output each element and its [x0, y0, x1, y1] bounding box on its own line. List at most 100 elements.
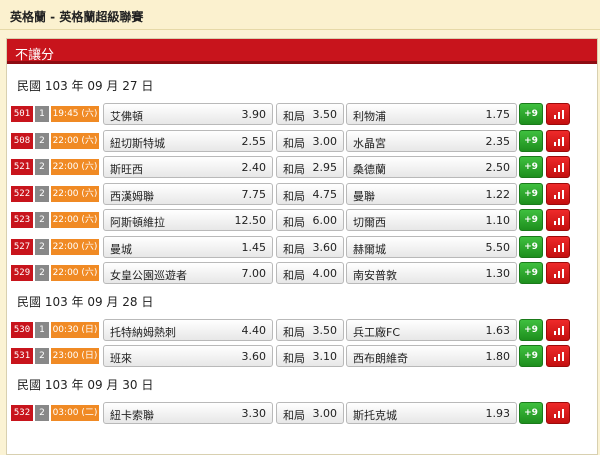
stats-button[interactable] [546, 209, 570, 231]
home-win-button[interactable]: 曼城 1.45 [103, 235, 273, 258]
away-team: 曼聯 [353, 189, 375, 203]
stats-button[interactable] [546, 156, 570, 178]
away-odds: 1.75 [485, 108, 511, 121]
away-odds: 1.30 [485, 267, 511, 280]
home-win-button[interactable]: 斯旺西 2.40 [103, 156, 273, 178]
match-row: 530 1 00:30 (日) 托特納姆熱刺 4.40 和局 3.50 兵工廠FC 1.63 +9 [11, 318, 595, 341]
match-row: 501 1 19:45 (六) 艾佛頓 3.90 和局 3.50 利物浦 1.75 +9 [11, 103, 595, 125]
more-markets-button[interactable]: +9 [519, 318, 543, 341]
away-team: 桑德蘭 [353, 163, 386, 176]
draw-button[interactable]: 和局 6.00 [276, 209, 344, 231]
date-heading: 民國 103 年 09 月 28 日 [17, 294, 154, 309]
away-win-button[interactable]: 南安普敦 1.30 [346, 262, 517, 284]
draw-button[interactable]: 和局 4.75 [276, 182, 344, 205]
bar-chart-icon [554, 163, 564, 172]
stats-button[interactable] [546, 401, 570, 424]
draw-button[interactable]: 和局 3.50 [276, 318, 344, 341]
draw-odds: 3.10 [312, 350, 338, 363]
kickoff-time: 22:00 (六) [51, 132, 99, 149]
home-odds: 3.60 [241, 350, 267, 363]
draw-label: 和局 [283, 352, 305, 365]
match-code: 521 [11, 159, 33, 175]
away-win-button[interactable]: 桑德蘭 2.50 [346, 156, 517, 178]
more-markets-button[interactable]: +9 [519, 235, 543, 258]
draw-label: 和局 [283, 269, 305, 282]
draw-button[interactable]: 和局 4.00 [276, 262, 344, 284]
home-win-button[interactable]: 紐切斯特城 2.55 [103, 129, 273, 152]
home-team: 西漢姆聯 [110, 189, 154, 203]
match-row: 522 2 22:00 (六) 西漢姆聯 7.75 和局 4.75 曼聯 1.22 +9 [11, 182, 595, 205]
away-win-button[interactable]: 水晶宮 2.35 [346, 129, 517, 152]
match-row: 531 2 23:00 (日) 班來 3.60 和局 3.10 西布朗維奇 1.80 +9 [11, 345, 595, 367]
match-grade: 2 [35, 185, 49, 202]
draw-button[interactable]: 和局 3.50 [276, 103, 344, 125]
bar-chart-icon [554, 136, 564, 146]
home-odds: 2.55 [241, 134, 267, 148]
away-win-button[interactable]: 赫爾城 5.50 [346, 235, 517, 258]
bar-chart-icon [554, 325, 564, 335]
draw-button[interactable]: 和局 2.95 [276, 156, 344, 178]
bar-chart-icon [554, 216, 564, 225]
stats-button[interactable] [546, 318, 570, 341]
away-win-button[interactable]: 切爾西 1.10 [346, 209, 517, 231]
more-markets-button[interactable]: +9 [519, 345, 543, 367]
section-header: 不讓分 [7, 39, 597, 64]
bar-chart-icon [554, 269, 564, 278]
away-win-button[interactable]: 兵工廠FC 1.63 [346, 318, 517, 341]
home-odds: 7.75 [241, 187, 267, 201]
more-markets-button[interactable]: +9 [519, 129, 543, 152]
kickoff-time: 23:00 (日) [51, 348, 99, 364]
away-team: 切爾西 [353, 216, 386, 229]
home-win-button[interactable]: 班來 3.60 [103, 345, 273, 367]
away-win-button[interactable]: 西布朗維奇 1.80 [346, 345, 517, 367]
match-code: 522 [11, 185, 33, 202]
more-markets-button[interactable]: +9 [519, 182, 543, 205]
match-grade: 2 [35, 348, 49, 364]
more-markets-button[interactable]: +9 [519, 401, 543, 424]
away-odds: 1.10 [485, 214, 511, 227]
stats-button[interactable] [546, 345, 570, 367]
away-win-button[interactable]: 斯托克城 1.93 [346, 401, 517, 424]
home-win-button[interactable]: 艾佛頓 3.90 [103, 103, 273, 125]
home-win-button[interactable]: 托特納姆熱刺 4.40 [103, 318, 273, 341]
match-code: 508 [11, 132, 33, 149]
home-win-button[interactable]: 西漢姆聯 7.75 [103, 182, 273, 205]
draw-label: 和局 [283, 408, 305, 422]
more-markets-button[interactable]: +9 [519, 209, 543, 231]
stats-button[interactable] [546, 103, 570, 125]
away-odds: 2.35 [485, 134, 511, 148]
match-code: 529 [11, 265, 33, 281]
away-odds: 5.50 [485, 240, 511, 254]
section-title: 不讓分 [15, 48, 55, 63]
draw-button[interactable]: 和局 3.00 [276, 401, 344, 424]
stats-button[interactable] [546, 129, 570, 152]
draw-odds: 6.00 [312, 214, 338, 227]
away-win-button[interactable]: 曼聯 1.22 [346, 182, 517, 205]
draw-label: 和局 [283, 325, 305, 339]
stats-button[interactable] [546, 262, 570, 284]
home-team: 阿斯頓維拉 [110, 216, 165, 229]
kickoff-time: 22:00 (六) [51, 238, 99, 255]
more-markets-button[interactable]: +9 [519, 103, 543, 125]
home-win-button[interactable]: 女皇公園巡遊者 7.00 [103, 262, 273, 284]
kickoff-time: 00:30 (日) [51, 321, 99, 338]
page-title: 英格蘭 - 英格蘭超級聯賽 [10, 10, 144, 24]
stats-button[interactable] [546, 182, 570, 205]
match-row: 529 2 22:00 (六) 女皇公園巡遊者 7.00 和局 4.00 南安普敦 1.30 +9 [11, 262, 595, 284]
stats-button[interactable] [546, 235, 570, 258]
home-team: 紐卡索聯 [110, 408, 154, 422]
draw-button[interactable]: 和局 3.10 [276, 345, 344, 367]
away-team: 斯托克城 [353, 408, 397, 422]
home-odds: 12.50 [234, 214, 267, 227]
match-row: 521 2 22:00 (六) 斯旺西 2.40 和局 2.95 桑德蘭 2.50 +9 [11, 156, 595, 178]
bar-chart-icon [554, 110, 564, 119]
draw-button[interactable]: 和局 3.00 [276, 129, 344, 152]
more-markets-button[interactable]: +9 [519, 262, 543, 284]
home-win-button[interactable]: 阿斯頓維拉 12.50 [103, 209, 273, 231]
home-win-button[interactable]: 紐卡索聯 3.30 [103, 401, 273, 424]
more-markets-button[interactable]: +9 [519, 156, 543, 178]
draw-button[interactable]: 和局 3.60 [276, 235, 344, 258]
draw-odds: 3.00 [312, 134, 338, 148]
home-team: 艾佛頓 [110, 110, 143, 123]
away-win-button[interactable]: 利物浦 1.75 [346, 103, 517, 125]
